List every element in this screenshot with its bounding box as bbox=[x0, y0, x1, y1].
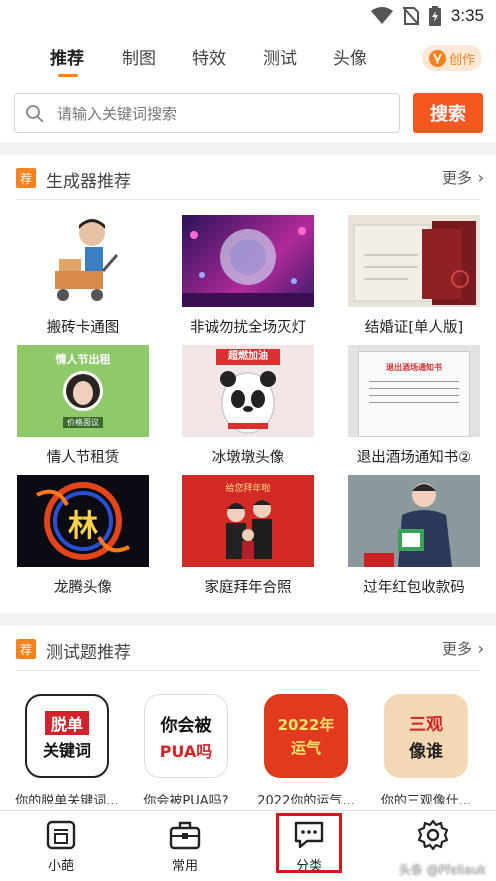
search-input[interactable] bbox=[57, 102, 387, 126]
recommend-badge: 荐 bbox=[16, 168, 36, 188]
quiz-item[interactable]: 脱单 关键词 你的脱单关键词... bbox=[15, 694, 119, 804]
divider bbox=[16, 199, 480, 200]
generator-label: 结婚证[单人版] bbox=[364, 320, 464, 336]
search-box bbox=[14, 93, 400, 133]
generator-item[interactable]: 搬砖卡通图 bbox=[17, 215, 149, 337]
nav-label: 常用 bbox=[171, 859, 198, 874]
generator-item[interactable]: 情人节出租 价格面议 情人节租赁 bbox=[17, 345, 149, 467]
generator-label: 冰墩墩头像 bbox=[211, 450, 285, 466]
document-paper: 退出酒场通知书 bbox=[358, 351, 470, 437]
dragon-avatar-thumbnail: 林 bbox=[17, 475, 149, 567]
generator-label: 非诚勿扰全场灭灯 bbox=[190, 320, 306, 336]
quiz-label: 你会被PUA吗? bbox=[143, 794, 229, 804]
generator-label: 情人节租赁 bbox=[46, 450, 120, 466]
thumbnail-text: 退出酒场通知书 bbox=[386, 363, 442, 372]
pa-char-icon bbox=[26, 817, 96, 853]
quiz-row: 脱单 关键词 你的脱单关键词... 你会被 PUA吗 你会被PUA吗? 2022… bbox=[0, 694, 496, 810]
create-label: 创作 bbox=[448, 52, 475, 68]
watermark: 头条 @Pfeliauk bbox=[398, 863, 486, 877]
generator-label: 家庭拜年合照 bbox=[204, 580, 292, 596]
search-icon bbox=[26, 105, 44, 123]
create-button[interactable]: 创作 bbox=[422, 45, 482, 71]
status-time: 3:35 bbox=[450, 6, 484, 25]
chevron-right-icon[interactable]: › bbox=[478, 639, 484, 658]
battery-icon bbox=[428, 6, 441, 26]
quiz-thumbnail: 你会被 PUA吗 bbox=[144, 694, 228, 778]
top-tab-bar: 推荐 制图 特效 测试 头像 创作 bbox=[0, 34, 496, 84]
chevron-right-icon[interactable]: › bbox=[478, 168, 484, 187]
bottom-nav: 小葩 常用 分类 头条 @Pfeliauk bbox=[0, 810, 496, 881]
gear-icon bbox=[398, 817, 468, 853]
tab-effects[interactable]: 特效 bbox=[192, 44, 226, 69]
quiz-item[interactable]: 三观 像谁 你的三观像什... bbox=[374, 694, 478, 804]
wifi-icon bbox=[370, 7, 393, 24]
generator-label: 过年红包收款码 bbox=[363, 580, 465, 596]
recommend-badge: 荐 bbox=[16, 639, 36, 659]
quiz-item[interactable]: 你会被 PUA吗 你会被PUA吗? bbox=[134, 694, 238, 804]
generator-item[interactable]: 林 龙腾头像 bbox=[17, 475, 149, 597]
tab-avatar[interactable]: 头像 bbox=[333, 44, 367, 69]
toolbox-icon bbox=[150, 817, 220, 853]
generator-item[interactable]: 非诚勿扰全场灭灯 bbox=[182, 215, 314, 337]
quiz-label: 你的三观像什... bbox=[380, 794, 472, 804]
tab-draw[interactable]: 制图 bbox=[122, 44, 156, 69]
generator-section-header: 荐 生成器推荐 更多 › bbox=[0, 155, 496, 200]
bar-exit-notice-thumbnail: 退出酒场通知书 bbox=[348, 345, 480, 437]
quiz-section: 荐 测试题推荐 更多 › 脱单 关键词 你的脱单关键词... 你会被 PUA吗 … bbox=[0, 626, 496, 810]
bing-dwen-dwen-thumbnail: 超燃加油 bbox=[182, 345, 314, 437]
quiz-thumbnail: 2022年 运气 bbox=[264, 694, 348, 778]
generator-item[interactable]: 退出酒场通知书 退出酒场通知书② bbox=[348, 345, 480, 467]
marriage-cert-thumbnail bbox=[348, 215, 480, 307]
status-bar: 3:35 bbox=[0, 0, 496, 34]
generator-item[interactable]: 过年红包收款码 bbox=[348, 475, 480, 597]
generator-item[interactable]: 超燃加油 冰墩墩头像 bbox=[182, 345, 314, 467]
thumbnail-text: PUA吗 bbox=[159, 741, 213, 761]
quiz-label: 你的脱单关键词... bbox=[15, 794, 119, 804]
quiz-label: 2022你的运气... bbox=[257, 794, 355, 804]
search-button[interactable]: 搜索 bbox=[413, 93, 483, 133]
thumbnail-text: 脱单 bbox=[44, 711, 89, 735]
tab-recommend[interactable]: 推荐 bbox=[50, 44, 84, 69]
more-link[interactable]: 更多 bbox=[442, 638, 472, 659]
nav-label: 小葩 bbox=[47, 859, 74, 874]
section-title: 生成器推荐 bbox=[46, 172, 131, 192]
nav-item-xiaopa[interactable]: 小葩 bbox=[26, 817, 96, 874]
thumbnail-text: 林 bbox=[68, 509, 98, 544]
generator-item[interactable]: 给您拜年啦 家庭拜年合照 bbox=[182, 475, 314, 597]
thumbnail-text: 你会被 bbox=[160, 715, 212, 736]
tab-test[interactable]: 测试 bbox=[263, 44, 297, 69]
generator-section: 荐 生成器推荐 更多 › 搬砖卡通图 非诚勿扰全场灭灯 结婚证[单人版] 情人节… bbox=[0, 155, 496, 613]
lightbulb-icon bbox=[428, 49, 446, 67]
generator-item[interactable]: 结婚证[单人版] bbox=[348, 215, 480, 337]
stage-lights-thumbnail bbox=[182, 215, 314, 307]
generator-label: 退出酒场通知书② bbox=[356, 450, 472, 466]
highlight-box bbox=[276, 813, 342, 873]
thumbnail-text: 关键词 bbox=[42, 741, 91, 760]
generator-label: 龙腾头像 bbox=[54, 580, 112, 596]
no-sim-icon bbox=[402, 6, 419, 26]
thumbnail-text: 运气 bbox=[290, 739, 321, 757]
nav-item-common[interactable]: 常用 bbox=[150, 817, 220, 874]
thumbnail-text: 价格面议 bbox=[63, 417, 103, 428]
generator-label: 搬砖卡通图 bbox=[46, 320, 120, 336]
thumbnail-text: 三观 bbox=[409, 715, 443, 735]
quiz-thumbnail: 三观 像谁 bbox=[384, 694, 468, 778]
red-envelope-qr-thumbnail bbox=[348, 475, 480, 567]
divider bbox=[16, 670, 480, 671]
family-photo-thumbnail: 给您拜年啦 bbox=[182, 475, 314, 567]
nav-item-settings[interactable] bbox=[398, 817, 468, 855]
quiz-section-header: 荐 测试题推荐 更多 › bbox=[0, 626, 496, 671]
more-link[interactable]: 更多 bbox=[442, 167, 472, 188]
valentine-rental-thumbnail: 情人节出租 价格面议 bbox=[17, 345, 149, 437]
brick-cartoon-thumbnail bbox=[17, 215, 149, 307]
quiz-thumbnail: 脱单 关键词 bbox=[25, 694, 109, 778]
active-tab-indicator bbox=[58, 74, 78, 77]
quiz-item[interactable]: 2022年 运气 2022你的运气... bbox=[254, 694, 358, 804]
search-bar: 搜索 bbox=[0, 84, 496, 142]
thumbnail-text: 像谁 bbox=[409, 742, 443, 762]
section-title: 测试题推荐 bbox=[46, 643, 131, 663]
thumbnail-text: 2022年 bbox=[277, 716, 335, 734]
